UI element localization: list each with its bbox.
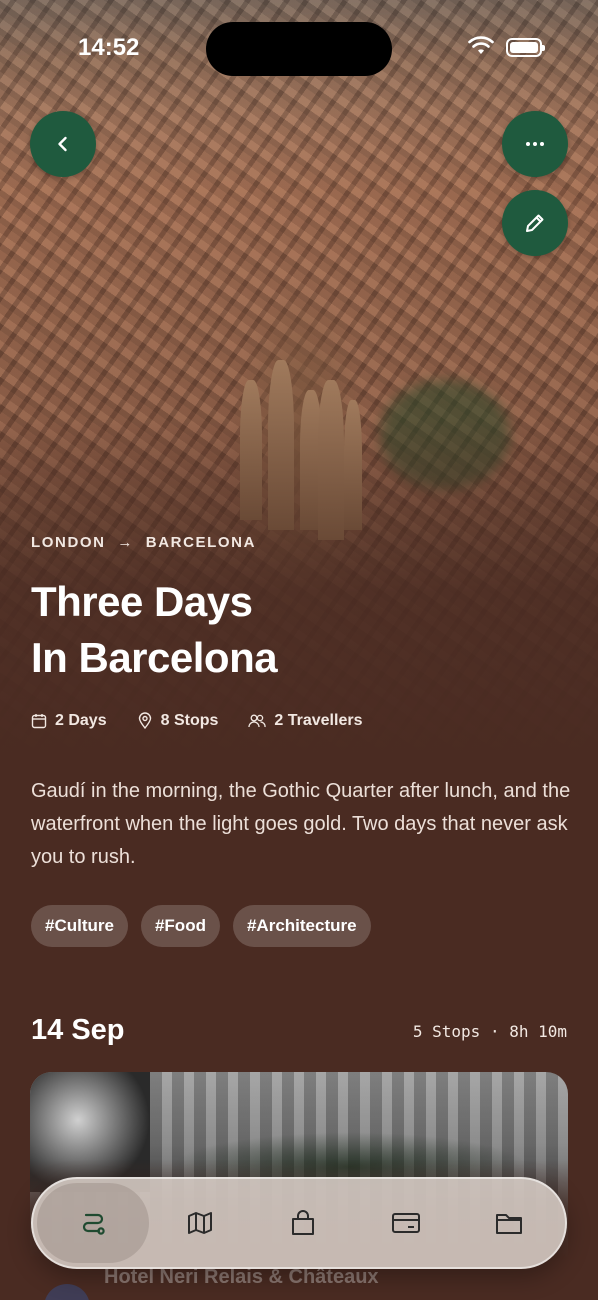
people-icon bbox=[248, 714, 267, 728]
back-button[interactable] bbox=[30, 111, 96, 177]
tab-payments[interactable] bbox=[355, 1183, 458, 1263]
card-icon bbox=[392, 1213, 421, 1233]
tag-culture[interactable]: #Culture bbox=[31, 905, 128, 947]
meta-travellers: 2 Travellers bbox=[248, 712, 362, 730]
edit-button[interactable] bbox=[502, 190, 568, 256]
tag-architecture[interactable]: #Architecture bbox=[232, 905, 371, 947]
calendar-icon bbox=[31, 714, 47, 729]
map-icon bbox=[188, 1212, 213, 1234]
wifi-icon bbox=[468, 36, 494, 54]
trip-description: Gaudí in the morning, the Gothic Quarter… bbox=[31, 780, 571, 868]
route-label: LONDON → BARCELONA bbox=[31, 534, 256, 551]
tab-packing[interactable] bbox=[252, 1183, 355, 1263]
route-from: LONDON bbox=[31, 534, 106, 551]
day-summary: 5 Stops · 8h 10m bbox=[412, 1022, 567, 1041]
battery-icon bbox=[506, 38, 545, 57]
tab-map[interactable] bbox=[149, 1183, 252, 1263]
meta-stops: 8 Stops bbox=[137, 712, 219, 730]
folder-icon bbox=[496, 1214, 523, 1234]
tab-documents[interactable] bbox=[458, 1183, 561, 1263]
bag-icon bbox=[292, 1210, 315, 1235]
status-time: 14:52 bbox=[78, 34, 140, 61]
arrow-right-icon: → bbox=[117, 534, 134, 551]
chevron-left-icon bbox=[58, 136, 67, 152]
day-date: 14 Sep bbox=[31, 1014, 125, 1046]
meta-days: 2 Days bbox=[31, 712, 107, 730]
dynamic-island bbox=[206, 22, 392, 76]
more-icon bbox=[526, 142, 544, 146]
tag-list: #Culture #Food #Architecture bbox=[31, 905, 371, 947]
trip-title-line1: Three Days bbox=[31, 578, 253, 625]
trip-title: Three Days In Barcelona bbox=[31, 574, 278, 686]
more-options-button[interactable] bbox=[502, 111, 568, 177]
trip-title-line2: In Barcelona bbox=[31, 634, 278, 681]
status-bar: 14:52 bbox=[0, 0, 598, 96]
location-pin-icon bbox=[138, 712, 151, 730]
pencil-icon bbox=[526, 214, 544, 232]
tab-itinerary[interactable] bbox=[37, 1183, 149, 1263]
stop-name[interactable]: Hotel Neri Relais & Châteaux bbox=[104, 1266, 379, 1289]
meta-travellers-label: 2 Travellers bbox=[274, 712, 363, 729]
meta-days-label: 2 Days bbox=[55, 712, 107, 729]
meta-stops-label: 8 Stops bbox=[160, 712, 219, 729]
bottom-tab-bar bbox=[31, 1177, 567, 1269]
trip-meta: 2 Days 8 Stops 2 Travellers bbox=[31, 712, 362, 730]
route-to: BARCELONA bbox=[145, 534, 257, 551]
tag-food[interactable]: #Food bbox=[140, 905, 220, 947]
route-icon bbox=[82, 1213, 105, 1235]
